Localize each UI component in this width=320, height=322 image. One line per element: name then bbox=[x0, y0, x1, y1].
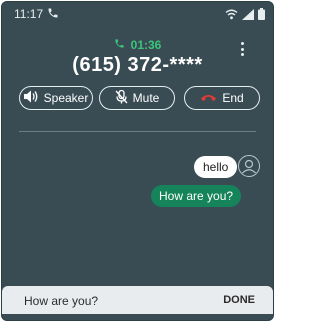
status-bar: 11:17 bbox=[2, 2, 273, 26]
battery-icon bbox=[258, 7, 265, 25]
reply-composer[interactable]: How are you? DONE bbox=[2, 286, 273, 314]
end-call-icon bbox=[200, 91, 217, 105]
call-screen: 11:17 01:36 (615) 372-**** Speaker Mute … bbox=[1, 1, 274, 321]
end-label: End bbox=[222, 91, 244, 105]
phone-number: (615) 372-**** bbox=[72, 54, 203, 76]
phone-icon bbox=[47, 6, 59, 18]
call-active-icon bbox=[114, 38, 125, 52]
speaker-button[interactable]: Speaker bbox=[19, 86, 93, 110]
more-options-icon[interactable] bbox=[239, 42, 245, 56]
mute-label: Mute bbox=[132, 91, 160, 105]
call-header: 01:36 (615) 372-**** bbox=[2, 38, 273, 77]
call-timer-value: 01:36 bbox=[130, 38, 162, 52]
speaker-icon bbox=[23, 90, 39, 106]
incoming-message: hello bbox=[194, 156, 238, 178]
reply-input[interactable]: How are you? bbox=[24, 294, 98, 308]
contact-avatar-icon bbox=[238, 155, 260, 177]
speaker-label: Speaker bbox=[43, 91, 89, 105]
done-button[interactable]: DONE bbox=[223, 294, 255, 306]
wifi-calling-icon bbox=[225, 7, 238, 25]
divider bbox=[19, 131, 256, 132]
call-timer: 01:36 bbox=[2, 38, 273, 52]
outgoing-message: How are you? bbox=[151, 185, 242, 207]
call-controls: Speaker Mute End bbox=[19, 86, 260, 110]
mute-button[interactable]: Mute bbox=[99, 86, 175, 110]
signal-icon bbox=[242, 7, 254, 25]
end-call-button[interactable]: End bbox=[184, 86, 260, 110]
status-time: 11:17 bbox=[14, 7, 44, 21]
mic-off-icon bbox=[115, 89, 128, 107]
